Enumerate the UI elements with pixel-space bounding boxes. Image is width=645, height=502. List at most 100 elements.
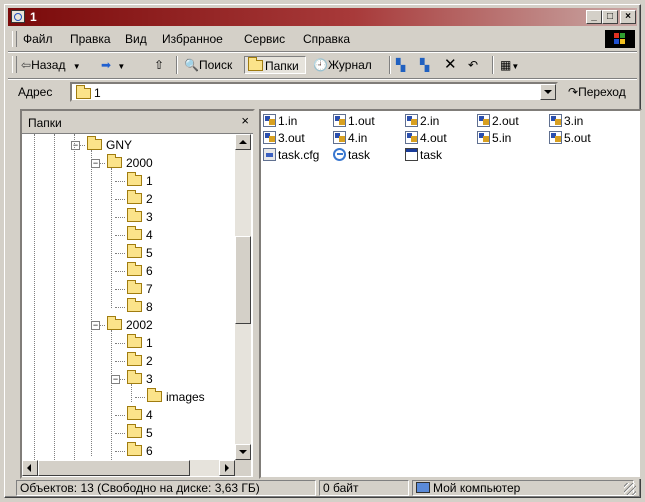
file-item[interactable]: task.cfg (263, 147, 319, 163)
folders-pane-title: Папки (28, 116, 62, 130)
folder-tree-hscrollbar[interactable] (22, 460, 235, 476)
up-folder-button[interactable]: ⇧ (154, 56, 164, 74)
tree-item[interactable]: 5 (127, 244, 153, 262)
tree-connector (115, 307, 125, 308)
scroll-up-button[interactable] (235, 134, 251, 150)
undo-button[interactable]: ↶ (468, 56, 478, 74)
move-to-button[interactable]: ▚ (396, 56, 405, 74)
tree-item[interactable]: 6 (127, 262, 153, 280)
address-dropdown-button[interactable] (540, 84, 556, 100)
file-name: 4.out (420, 131, 447, 145)
file-item[interactable]: 5.out (549, 130, 591, 146)
file-item[interactable]: 1.out (333, 113, 375, 129)
tree-item[interactable]: 1 (127, 172, 153, 190)
tree-connector (115, 289, 125, 290)
file-item[interactable]: 5.in (477, 130, 511, 146)
hscroll-thumb[interactable] (38, 460, 190, 476)
tree-item[interactable]: 2 (127, 190, 153, 208)
tree-item[interactable]: 5 (127, 424, 153, 442)
file-item[interactable]: 3.out (263, 130, 305, 146)
file-item[interactable]: 4.in (333, 130, 367, 146)
tree-item[interactable]: 4 (127, 406, 153, 424)
folder-tree-vscrollbar[interactable] (235, 134, 251, 460)
tree-item[interactable]: 3 (127, 208, 153, 226)
doc-file-icon (549, 114, 562, 127)
delete-button[interactable]: ✕ (444, 56, 457, 74)
tree-guide-line (34, 134, 35, 460)
tree-item[interactable]: 1 (127, 334, 153, 352)
folders-pane-close-icon[interactable]: × (241, 113, 249, 128)
vscroll-thumb[interactable] (235, 236, 251, 324)
doc-file-icon (477, 131, 490, 144)
close-button[interactable]: × (620, 10, 636, 24)
scroll-left-button[interactable] (22, 460, 38, 476)
menu-favorites[interactable]: Избранное (162, 32, 223, 46)
toolbar-grip[interactable] (12, 56, 17, 73)
tree-item[interactable]: 4 (127, 226, 153, 244)
address-field[interactable]: 1 (70, 82, 558, 102)
tree-connector (115, 343, 125, 344)
file-item[interactable]: task (333, 147, 370, 163)
file-item[interactable]: 1.in (263, 113, 297, 129)
title-bar[interactable]: 1 _ □ × (8, 8, 637, 26)
tree-guide-line (91, 150, 92, 456)
resize-grip[interactable] (624, 483, 636, 495)
toolbar-separator (389, 56, 391, 74)
history-button[interactable]: 🕘Журнал (313, 56, 372, 74)
menu-file[interactable]: Файл (23, 32, 53, 46)
tree-item[interactable]: 8 (127, 298, 153, 316)
forward-button[interactable]: ➡ ▼ (101, 56, 125, 74)
tree-item[interactable]: 2000 (107, 154, 153, 172)
up-folder-icon: ⇧ (154, 58, 165, 72)
folder-icon (127, 280, 142, 294)
minimize-button[interactable]: _ (586, 10, 602, 24)
file-name: task (420, 148, 443, 162)
menu-edit[interactable]: Правка (70, 32, 111, 46)
tree-item[interactable]: 6 (127, 442, 153, 460)
scroll-down-button[interactable] (235, 444, 251, 460)
collapse-icon[interactable]: − (91, 159, 100, 168)
doc-file-icon (549, 131, 562, 144)
file-item[interactable]: 3.in (549, 113, 583, 129)
folders-button[interactable]: Папки (244, 56, 306, 74)
tree-item-label: 2002 (126, 318, 153, 332)
folder-icon (127, 172, 142, 186)
back-button[interactable]: ⇦Назад ▼ (21, 56, 81, 74)
collapse-icon[interactable]: − (71, 141, 80, 150)
tree-connector (115, 361, 125, 362)
file-item[interactable]: task (405, 147, 442, 163)
menu-grip[interactable] (12, 31, 17, 47)
address-label: Адрес (18, 85, 53, 99)
menu-view[interactable]: Вид (125, 32, 147, 46)
tree-item[interactable]: GNY (87, 136, 132, 154)
file-name: 3.out (278, 131, 305, 145)
doc-file-icon (333, 131, 346, 144)
folders-pane: Папки × GNY −2000−1 2 3 4 5 6 7 8 2002−1 2 3− images… (20, 109, 255, 479)
toolbar-separator (176, 56, 178, 74)
views-button[interactable]: ▦▼ (500, 56, 519, 74)
maximize-button[interactable]: □ (602, 10, 618, 24)
folder-icon (127, 226, 142, 240)
file-item[interactable]: 2.out (477, 113, 519, 129)
collapse-icon[interactable]: − (91, 321, 100, 330)
go-button[interactable]: ↷Переход (568, 85, 626, 99)
scroll-right-button[interactable] (219, 460, 235, 476)
copy-to-button[interactable]: ▚ (420, 56, 429, 74)
tree-guide-line (74, 134, 75, 460)
collapse-icon[interactable]: − (111, 375, 120, 384)
file-item[interactable]: 2.in (405, 113, 439, 129)
menu-tools[interactable]: Сервис (244, 32, 285, 46)
folder-icon (107, 316, 122, 330)
minimize-icon: _ (591, 11, 597, 22)
tree-item[interactable]: images (147, 388, 205, 406)
tree-item[interactable]: 7 (127, 280, 153, 298)
tree-item[interactable]: 2002 (107, 316, 153, 334)
tree-item-label: 2000 (126, 156, 153, 170)
tree-connector (115, 217, 125, 218)
views-icon: ▦ (500, 58, 512, 72)
tree-item[interactable]: 2 (127, 352, 153, 370)
file-item[interactable]: 4.out (405, 130, 447, 146)
search-button[interactable]: 🔍Поиск (184, 56, 232, 74)
folder-icon (127, 334, 142, 348)
menu-help[interactable]: Справка (303, 32, 350, 46)
